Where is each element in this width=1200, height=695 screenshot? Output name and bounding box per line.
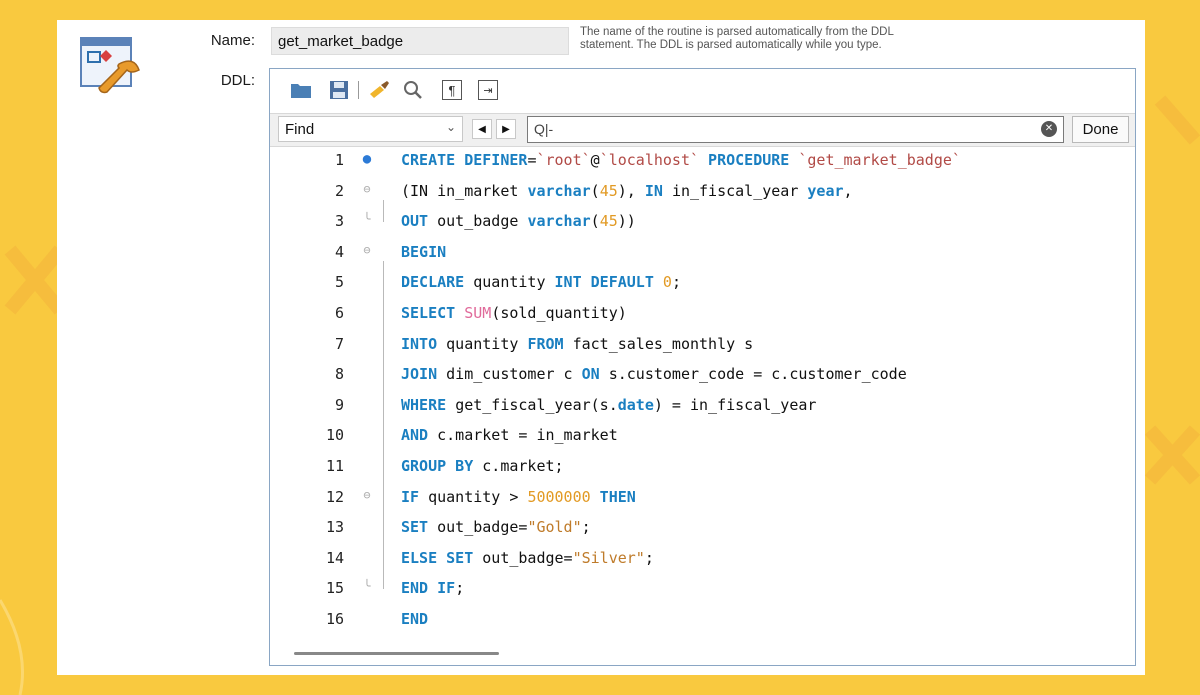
save-icon[interactable]: [328, 80, 350, 100]
line-number: 9: [334, 395, 344, 414]
code-line: 2 ⊖ (IN in_market varchar(45), IN in_fisca…: [270, 178, 1135, 208]
find-mode-select[interactable]: Find ⌄: [278, 116, 463, 142]
ddl-label: DDL:: [220, 72, 255, 89]
toolbar-separator: [358, 81, 359, 99]
line-number: 6: [334, 304, 344, 322]
code-line: 16 END: [270, 606, 1135, 636]
code-text: OUT out_badge varchar(45)): [401, 212, 636, 231]
code-text: WHERE get_fiscal_year(s.date) = in_fisca…: [401, 395, 817, 414]
folder-icon[interactable]: [290, 80, 312, 100]
fold-end-icon: ╰: [363, 579, 371, 594]
find-bar: Find ⌄ ◀ ▶ Q|- ✕ Done: [270, 113, 1135, 147]
code-line: 11 GROUP BY c.market;: [270, 453, 1135, 483]
fold-toggle-icon[interactable]: ⊖: [360, 488, 374, 502]
line-number: 11: [325, 457, 344, 475]
find-next-button[interactable]: ▶: [496, 119, 516, 139]
line-number: 7: [334, 334, 344, 353]
horizontal-scrollbar[interactable]: [294, 652, 499, 655]
line-number: 1: [334, 151, 344, 169]
find-input[interactable]: Q|- ✕: [527, 116, 1064, 143]
line-number: 14: [325, 548, 344, 567]
code-text: GROUP BY c.market;: [401, 457, 564, 475]
fold-toggle-icon[interactable]: ⊖: [360, 182, 374, 196]
fold-guide: [383, 199, 384, 223]
done-button[interactable]: Done: [1072, 116, 1129, 143]
line-number: 13: [325, 518, 344, 537]
line-number: 8: [334, 365, 344, 384]
name-hint: The name of the routine is parsed automa…: [580, 26, 1140, 52]
code-line: 14 ELSE SET out_badge="Silver";: [270, 545, 1135, 575]
routine-name-input[interactable]: get_market_badge: [271, 27, 569, 55]
name-label: Name:: [210, 32, 255, 49]
fold-end-icon: ╰: [363, 212, 371, 227]
code-text: END IF;: [401, 579, 465, 598]
code-line: 10 AND c.market = in_market: [270, 422, 1135, 452]
code-text: ELSE SET out_badge="Silver";: [401, 548, 654, 567]
code-text: DECLARE quantity INT DEFAULT 0;: [401, 273, 681, 292]
code-line: 1 ● CREATE DEFINER=`root`@`localhost` PROC…: [270, 147, 1135, 177]
code-line: 4 ⊖ BEGIN: [270, 239, 1135, 269]
code-line: 5 DECLARE quantity INT DEFAULT 0;: [270, 269, 1135, 299]
code-line: 8 JOIN dim_customer c ON s.customer_code …: [270, 361, 1135, 391]
code-text: IF quantity > 5000000 THEN: [401, 487, 636, 506]
ddl-editor[interactable]: ¶ ⇥ Find ⌄ ◀ ▶ Q|- ✕ Done 1 ● CREATE DEFIN…: [269, 68, 1136, 666]
line-number: 12: [325, 487, 344, 506]
hint-line-1: The name of the routine is parsed automa…: [580, 26, 894, 38]
line-number: 4: [334, 242, 344, 261]
line-number: 10: [325, 426, 344, 445]
fold-toggle-icon[interactable]: ⊖: [360, 243, 374, 257]
hint-line-2: statement. The DDL is parsed automatical…: [580, 39, 882, 51]
code-line: 15 ╰ END IF;: [270, 575, 1135, 605]
line-number: 15: [325, 579, 344, 598]
code-line: 13 SET out_badge="Gold";: [270, 514, 1135, 544]
code-text: SELECT SUM(sold_quantity): [401, 304, 627, 322]
paragraph-icon[interactable]: ¶: [442, 80, 462, 100]
beautify-icon[interactable]: [368, 80, 390, 100]
code-line: 3 ╰ OUT out_badge varchar(45)): [270, 208, 1135, 238]
editor-toolbar: ¶ ⇥: [270, 69, 1135, 111]
chevron-down-icon: ⌄: [445, 120, 456, 134]
code-text: AND c.market = in_market: [401, 426, 618, 445]
breakpoint-dot-icon: ●: [362, 151, 372, 167]
code-text: SET out_badge="Gold";: [401, 518, 591, 537]
find-mode-label: Find: [285, 121, 315, 138]
code-text: BEGIN: [401, 242, 447, 261]
code-line: 6 SELECT SUM(sold_quantity): [270, 300, 1135, 330]
line-number: 5: [334, 273, 344, 292]
code-text: INTO quantity FROM fact_sales_monthly s: [401, 334, 754, 353]
routine-editor-panel: Name: get_market_badge The name of the r…: [57, 20, 1145, 675]
code-line: 7 INTO quantity FROM fact_sales_monthly s: [270, 331, 1135, 361]
search-icon[interactable]: [402, 80, 424, 100]
fold-guide: [383, 260, 384, 590]
code-text: (IN in_market varchar(45), IN in_fiscal_…: [401, 181, 853, 200]
line-number: 3: [334, 212, 344, 231]
clear-icon[interactable]: ✕: [1041, 121, 1057, 137]
line-number: 2: [334, 181, 344, 200]
line-number: 16: [325, 610, 344, 628]
code-text: JOIN dim_customer c ON s.customer_code =…: [401, 365, 907, 384]
find-previous-button[interactable]: ◀: [472, 119, 492, 139]
routine-icon: [80, 37, 140, 94]
code-text: END: [401, 610, 429, 628]
find-input-prefix: Q|-: [534, 121, 554, 137]
code-area[interactable]: 1 ● CREATE DEFINER=`root`@`localhost` PROC…: [270, 147, 1135, 637]
code-text: CREATE DEFINER=`root`@`localhost` PROCED…: [401, 151, 961, 169]
wrap-icon[interactable]: ⇥: [478, 80, 498, 100]
code-line: 9 WHERE get_fiscal_year(s.date) = in_fisc…: [270, 392, 1135, 422]
code-line: 12 ⊖ IF quantity > 5000000 THEN: [270, 484, 1135, 514]
